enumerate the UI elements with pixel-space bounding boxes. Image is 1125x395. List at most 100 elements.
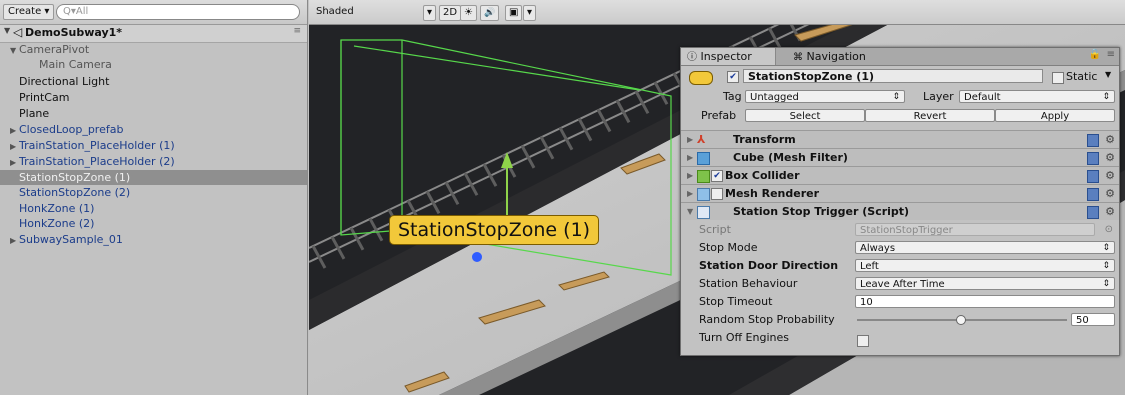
hierarchy-item[interactable]: Plane — [0, 106, 307, 121]
image-effects-icon[interactable]: ▣ — [505, 5, 523, 21]
hierarchy-item[interactable]: ▶ TrainStation_PlaceHolder (1) — [0, 138, 307, 153]
mesh-renderer-component[interactable]: ▶ Mesh Renderer ⚙ — [681, 184, 1119, 202]
script-reference-field: StationStopTrigger — [855, 223, 1095, 236]
static-label: Static — [1066, 70, 1098, 83]
object-header: ✔ StationStopZone (1) Static ▼ — [681, 67, 1119, 87]
inspector-tab-bar: ⓘ Inspector ⌘ Navigation 🔒 ≡ — [681, 48, 1119, 66]
hierarchy-item-label: StationStopZone (2) — [19, 186, 131, 199]
scene-toolbar: Shaded ▾ 2D ☀ 🔊 ▣ ▾ — [309, 0, 1125, 25]
help-book-icon[interactable] — [1087, 170, 1099, 183]
hierarchy-item[interactable]: ▼ CameraPivot — [0, 42, 307, 57]
object-icon[interactable] — [689, 71, 713, 85]
layer-dropdown[interactable]: Default ⇕ — [959, 90, 1115, 103]
script-reference-value: StationStopTrigger — [860, 225, 953, 236]
expand-arrow-icon[interactable]: ▶ — [687, 131, 693, 148]
scene-menu-icon[interactable]: ≡ — [293, 26, 301, 36]
expand-arrow-icon[interactable]: ▼ — [10, 43, 19, 58]
hierarchy-item[interactable]: Directional Light — [0, 74, 307, 89]
tab-inspector[interactable]: ⓘ Inspector — [681, 48, 776, 65]
expand-arrow-icon[interactable]: ▶ — [10, 123, 19, 138]
dropdown-arrow-icon[interactable]: ▾ — [423, 5, 437, 21]
mesh-filter-component[interactable]: ▶ Cube (Mesh Filter) ⚙ — [681, 148, 1119, 166]
expand-arrow-icon[interactable]: ▶ — [10, 233, 19, 248]
tab-navigation[interactable]: ⌘ Navigation — [789, 48, 866, 65]
expand-arrow-icon[interactable]: ▶ — [10, 139, 19, 154]
scene-root-row[interactable]: ▼ ◁ DemoSubway1* ≡ — [0, 25, 307, 43]
turn-off-engines-label: Turn Off Engines — [699, 331, 789, 344]
expand-arrow-icon[interactable]: ▶ — [687, 167, 693, 184]
stop-mode-dropdown[interactable]: Always ⇕ — [855, 241, 1115, 254]
station-behaviour-value: Leave After Time — [860, 279, 945, 290]
help-book-icon[interactable] — [1087, 152, 1099, 165]
transform-icon: ⅄ — [697, 133, 706, 146]
hierarchy-item[interactable]: Main Camera — [0, 57, 307, 72]
hierarchy-item-label: PrintCam — [19, 91, 70, 104]
static-dropdown-icon[interactable]: ▼ — [1105, 70, 1111, 79]
prefab-row: Prefab Select Revert Apply — [681, 107, 1119, 124]
stop-timeout-input[interactable]: 10 — [855, 295, 1115, 308]
help-book-icon[interactable] — [1087, 206, 1099, 219]
hierarchy-item[interactable]: ▶ TrainStation_PlaceHolder (2) — [0, 154, 307, 169]
hierarchy-item[interactable]: ▶ ClosedLoop_prefab — [0, 122, 307, 137]
active-checkbox[interactable]: ✔ — [727, 71, 739, 83]
box-collider-checkbox[interactable]: ✔ — [711, 170, 723, 182]
expand-arrow-icon[interactable]: ▼ — [4, 26, 10, 35]
create-button[interactable]: Create ▾ — [3, 4, 55, 20]
tab-navigation-label: Navigation — [806, 50, 866, 63]
effects-dropdown-icon[interactable]: ▾ — [523, 5, 537, 21]
box-collider-icon — [697, 170, 710, 183]
hierarchy-item[interactable]: ▶ SubwaySample_01 — [0, 232, 307, 247]
probability-input[interactable]: 50 — [1071, 313, 1115, 326]
prefab-select-button[interactable]: Select — [745, 109, 865, 122]
tag-label: Tag — [723, 90, 742, 103]
hierarchy-item-label: HonkZone (1) — [19, 202, 95, 215]
shading-mode-dropdown[interactable]: Shaded — [313, 5, 415, 19]
tag-dropdown[interactable]: Untagged ⇕ — [745, 90, 905, 103]
object-name-field[interactable]: StationStopZone (1) — [743, 69, 1043, 83]
prefab-revert-button[interactable]: Revert — [865, 109, 995, 122]
prefab-apply-button[interactable]: Apply — [995, 109, 1115, 122]
collapse-arrow-icon[interactable]: ▼ — [687, 203, 693, 220]
hierarchy-item[interactable]: HonkZone (2) — [0, 216, 307, 231]
panel-menu-icon[interactable]: ≡ — [1107, 49, 1115, 60]
sun-icon[interactable]: ☀ — [460, 5, 477, 21]
help-book-icon[interactable] — [1087, 188, 1099, 201]
prefab-label: Prefab — [701, 109, 737, 122]
hierarchy-item[interactable]: StationStopZone (1) — [0, 170, 307, 185]
scene-name: DemoSubway1* — [25, 26, 123, 39]
door-direction-dropdown[interactable]: Left ⇕ — [855, 259, 1115, 272]
gear-icon[interactable]: ⚙ — [1105, 203, 1115, 220]
hierarchy-item[interactable]: PrintCam — [0, 90, 307, 105]
hierarchy-item[interactable]: HonkZone (1) — [0, 201, 307, 216]
unity-scene-icon: ◁ — [13, 25, 23, 39]
turn-off-engines-checkbox[interactable] — [857, 332, 869, 349]
hierarchy-item-label: Plane — [19, 107, 50, 120]
probability-slider-handle[interactable] — [956, 315, 966, 325]
expand-arrow-icon[interactable]: ▶ — [10, 155, 19, 170]
lock-icon[interactable]: 🔒 — [1089, 49, 1101, 60]
mesh-renderer-checkbox[interactable] — [711, 188, 723, 200]
gear-icon[interactable]: ⚙ — [1105, 185, 1115, 202]
hierarchy-search-input[interactable]: Q▾All — [56, 4, 300, 20]
hierarchy-item[interactable]: StationStopZone (2) — [0, 185, 307, 200]
mesh-filter-title: Cube (Mesh Filter) — [733, 151, 848, 164]
script-component[interactable]: ▼ Station Stop Trigger (Script) ⚙ — [681, 202, 1119, 220]
station-behaviour-dropdown[interactable]: Leave After Time ⇕ — [855, 277, 1115, 290]
gear-icon[interactable]: ⚙ — [1105, 131, 1115, 148]
stop-timeout-label: Stop Timeout — [699, 295, 773, 308]
object-picker-icon[interactable]: ⊙ — [1105, 221, 1113, 238]
hierarchy-item-label: TrainStation_PlaceHolder (1) — [19, 139, 175, 152]
hierarchy-item-label: SubwaySample_01 — [19, 233, 123, 246]
expand-arrow-icon[interactable]: ▶ — [687, 185, 693, 202]
static-checkbox[interactable] — [1052, 71, 1064, 84]
help-book-icon[interactable] — [1087, 134, 1099, 147]
transform-component[interactable]: ▶ ⅄ Transform ⚙ — [681, 130, 1119, 148]
gear-icon[interactable]: ⚙ — [1105, 167, 1115, 184]
mesh-renderer-title: Mesh Renderer — [725, 187, 820, 200]
audio-icon[interactable]: 🔊 — [480, 5, 500, 21]
box-collider-component[interactable]: ▶ ✔ Box Collider ⚙ — [681, 166, 1119, 184]
gear-icon[interactable]: ⚙ — [1105, 149, 1115, 166]
mesh-filter-icon — [697, 152, 710, 165]
expand-arrow-icon[interactable]: ▶ — [687, 149, 693, 166]
mode-2d-button[interactable]: 2D — [439, 5, 462, 21]
